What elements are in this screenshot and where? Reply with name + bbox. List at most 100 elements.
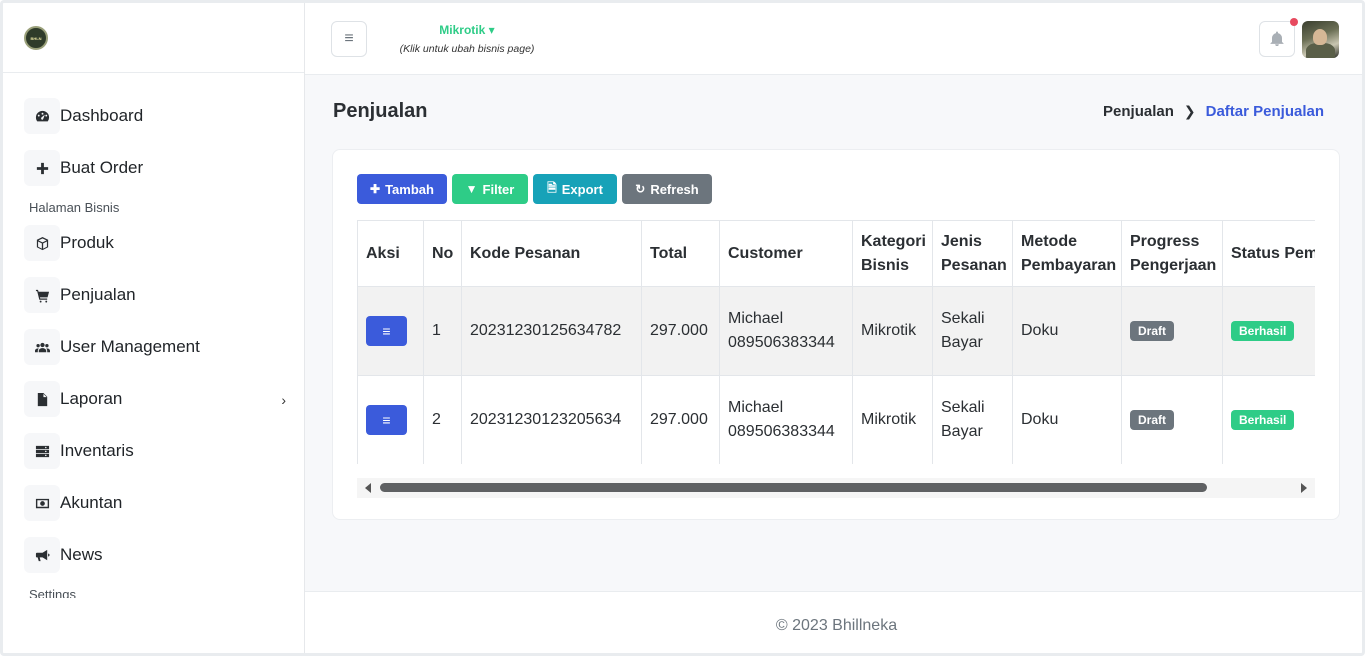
menu-icon: ≡ — [382, 323, 391, 339]
sidebar-item-label: Buat Order — [60, 158, 144, 177]
file-icon — [24, 381, 60, 417]
table-row: ≡ 1 20231230125634782 297.000 Michael 089… — [357, 286, 1315, 376]
customer-name: Michael — [728, 399, 784, 416]
sidebar-item-user-management[interactable]: User Management — [24, 329, 286, 365]
horizontal-scrollbar[interactable] — [357, 478, 1315, 498]
section-label-business: Halaman Bisnis — [29, 200, 120, 215]
export-button[interactable]: 🗎 Export — [533, 174, 617, 204]
sidebar-item-buat-order[interactable]: Buat Order — [24, 150, 286, 186]
business-name[interactable]: Mikrotik ▾ — [387, 23, 547, 37]
menu-toggle-button[interactable]: ≡ — [331, 21, 367, 57]
notification-dot — [1290, 18, 1298, 26]
server-icon — [24, 433, 60, 469]
money-icon — [24, 485, 60, 521]
hamburger-icon: ≡ — [344, 30, 354, 47]
refresh-button[interactable]: ↻ Refresh — [622, 174, 712, 204]
table-header-row: Aksi No Kode Pesanan Total Customer Kate… — [357, 220, 1315, 287]
filter-icon: ▼ — [465, 182, 478, 196]
scrollbar-thumb[interactable] — [380, 483, 1207, 492]
cell-kategori: Mikrotik — [852, 375, 933, 464]
cell-customer: Michael 089506383344 — [719, 286, 853, 376]
column-header[interactable]: Kode Pesanan — [461, 220, 642, 287]
notifications-button[interactable] — [1259, 18, 1298, 57]
sidebar-item-label: Penjualan — [60, 285, 136, 304]
column-header[interactable]: Customer — [719, 220, 853, 287]
users-icon — [24, 329, 60, 365]
column-header[interactable]: Jenis Pesanan — [932, 220, 1013, 287]
column-header[interactable]: Status Pembayaran — [1222, 220, 1315, 287]
sidebar-item-label: Produk — [60, 233, 114, 252]
column-header[interactable]: No — [423, 220, 462, 287]
sidebar-item-produk[interactable]: Produk — [24, 225, 286, 261]
cell-total: 297.000 — [641, 286, 720, 376]
cell-progress: Draft — [1121, 286, 1223, 376]
scroll-right-icon[interactable] — [1301, 483, 1307, 493]
chevron-right-icon: › — [281, 392, 286, 408]
status-badge: Draft — [1130, 321, 1175, 341]
sidebar-item-label: Inventaris — [60, 441, 134, 460]
sidebar-header: BHLN — [3, 3, 304, 73]
scroll-left-icon[interactable] — [365, 483, 371, 493]
breadcrumb: Penjualan ❯ Daftar Penjualan — [1103, 103, 1324, 120]
page-title: Penjualan — [333, 100, 428, 122]
column-header[interactable]: Metode Pembayaran — [1012, 220, 1122, 287]
menu-icon: ≡ — [382, 412, 391, 428]
sidebar-item-news[interactable]: News — [24, 537, 286, 573]
sidebar-item-dashboard[interactable]: Dashboard — [24, 98, 286, 134]
bullhorn-icon — [24, 537, 60, 573]
add-button[interactable]: ✚ Tambah — [357, 174, 447, 204]
business-switcher[interactable]: Mikrotik ▾ (Klik untuk ubah bisnis page) — [387, 23, 547, 55]
sidebar-item-laporan[interactable]: Laporan › — [24, 381, 286, 417]
sidebar: BHLN Dashboard Buat Order Halaman Bisnis… — [3, 3, 305, 653]
cell-kode: 20231230125634782 — [461, 286, 642, 376]
action-cell: ≡ — [357, 375, 424, 464]
column-header[interactable]: Kategori Bisnis — [852, 220, 933, 287]
avatar[interactable] — [1302, 21, 1339, 58]
brand-logo-text: BHLN — [30, 35, 42, 41]
cell-customer: Michael 089506383344 — [719, 375, 853, 464]
app-window: BHLN Dashboard Buat Order Halaman Bisnis… — [0, 0, 1365, 656]
sidebar-item-label: Laporan — [60, 389, 123, 408]
column-header[interactable]: Aksi — [357, 220, 424, 287]
customer-phone: 089506383344 — [728, 423, 835, 440]
sidebar-item-penjualan[interactable]: Penjualan — [24, 277, 286, 313]
cell-total: 297.000 — [641, 375, 720, 464]
cell-status: Berhasil — [1222, 286, 1315, 376]
breadcrumb-item[interactable]: Penjualan — [1103, 103, 1174, 120]
column-header[interactable]: Progress Pengerjaan — [1121, 220, 1223, 287]
plus-icon — [24, 150, 60, 186]
cell-metode: Doku — [1012, 375, 1122, 464]
cell-no: 2 — [423, 375, 462, 464]
cell-metode: Doku — [1012, 286, 1122, 376]
status-badge: Berhasil — [1231, 321, 1295, 341]
bell-icon — [1270, 31, 1284, 46]
status-badge: Draft — [1130, 410, 1175, 430]
box-icon — [24, 225, 60, 261]
sidebar-menu: Dashboard Buat Order Halaman Bisnis Prod… — [3, 73, 304, 598]
filter-button[interactable]: ▼ Filter — [452, 174, 528, 204]
dashboard-icon — [24, 98, 60, 134]
cart-icon — [24, 277, 60, 313]
footer: © 2023 Bhillneka — [305, 591, 1362, 653]
sidebar-item-label: Dashboard — [60, 106, 144, 125]
plus-icon: ✚ — [370, 182, 381, 196]
sales-table-container: Aksi No Kode Pesanan Total Customer Kate… — [357, 220, 1315, 464]
sidebar-item-label: Akuntan — [60, 493, 123, 512]
business-hint: (Klik untuk ubah bisnis page) — [399, 43, 535, 55]
column-header[interactable]: Total — [641, 220, 720, 287]
row-action-button[interactable]: ≡ — [366, 405, 407, 435]
refresh-icon: ↻ — [635, 182, 646, 196]
row-action-button[interactable]: ≡ — [366, 316, 407, 346]
customer-name: Michael — [728, 310, 784, 327]
sales-card: ✚ Tambah ▼ Filter 🗎 Export ↻ Refresh Aksi No… — [332, 149, 1340, 520]
cell-kode: 20231230123205634 — [461, 375, 642, 464]
cell-progress: Draft — [1121, 375, 1223, 464]
breadcrumb-item-active[interactable]: Daftar Penjualan — [1206, 103, 1324, 120]
sidebar-item-label: News — [60, 545, 103, 564]
sidebar-item-inventaris[interactable]: Inventaris — [24, 433, 286, 469]
sidebar-item-akuntan[interactable]: Akuntan — [24, 485, 286, 521]
brand-logo[interactable]: BHLN — [24, 26, 48, 50]
sales-table: Aksi No Kode Pesanan Total Customer Kate… — [357, 220, 1315, 464]
status-badge: Berhasil — [1231, 410, 1295, 430]
sidebar-item-label: User Management — [60, 337, 200, 356]
